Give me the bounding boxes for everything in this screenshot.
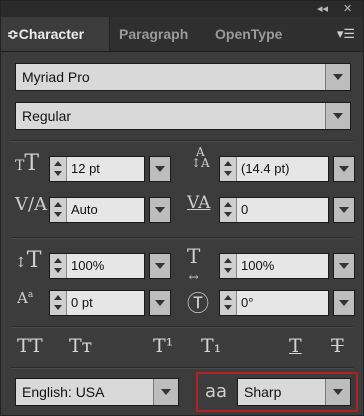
leading-icon: A ↕A (191, 145, 210, 170)
tab-paragraph[interactable]: Paragraph (119, 17, 188, 51)
font-size-icon: TT (15, 151, 40, 176)
divider (11, 237, 353, 239)
language-value: English: USA (22, 384, 105, 400)
divider (11, 367, 353, 369)
tab-opentype[interactable]: OpenType (215, 17, 282, 51)
leading-dropdown[interactable] (333, 156, 355, 182)
vertical-scale-icon: ↕T (15, 248, 42, 273)
language-select[interactable]: English: USA (15, 378, 179, 406)
stepper-icon[interactable] (220, 157, 237, 181)
close-icon[interactable]: ✕ (343, 2, 352, 15)
stepper-icon[interactable] (50, 198, 67, 222)
kerning-dropdown[interactable] (149, 197, 171, 223)
all-caps-button[interactable]: TT (17, 335, 43, 357)
tracking-icon: VA (187, 193, 211, 213)
superscript-button[interactable]: T¹ (153, 335, 173, 357)
chevron-down-icon[interactable] (153, 379, 178, 405)
rotation-dropdown[interactable] (333, 290, 355, 316)
tracking-dropdown[interactable] (333, 197, 355, 223)
baseline-shift-icon: Aa (17, 289, 34, 307)
kerning-icon: V/A (15, 194, 48, 215)
anti-aliasing-value: Sharp (244, 384, 282, 400)
kerning-input[interactable]: Auto (49, 197, 145, 223)
subscript-button[interactable]: T₁ (201, 335, 221, 357)
strikethrough-button[interactable]: T (331, 335, 344, 357)
anti-aliasing-icon: aa (205, 381, 228, 402)
panel-tabs: ≎Character Paragraph OpenType ▾☰ (1, 17, 363, 52)
divider (11, 326, 353, 328)
font-style-value: Regular (22, 108, 72, 124)
stepper-icon[interactable] (50, 157, 67, 181)
horizontal-scale-icon: T ↔ (187, 244, 201, 284)
tracking-input[interactable]: 0 (219, 197, 329, 223)
font-size-dropdown[interactable] (149, 156, 171, 182)
divider (11, 140, 353, 142)
rotation-input[interactable]: 0° (219, 290, 329, 316)
font-family-select[interactable]: Myriad Pro (15, 63, 351, 91)
font-size-input[interactable]: 12 pt (49, 156, 145, 182)
panel-title-bar: ◂◂ ✕ (1, 1, 363, 17)
anti-aliasing-select[interactable]: Sharp (237, 378, 351, 406)
horizontal-scale-dropdown[interactable] (333, 253, 355, 279)
tab-character[interactable]: ≎Character (1, 17, 110, 51)
leading-input[interactable]: (14.4 pt) (219, 156, 329, 182)
chevron-down-icon[interactable] (325, 379, 350, 405)
stepper-icon[interactable] (50, 254, 67, 278)
panel-menu-icon[interactable]: ▾☰ (337, 26, 355, 42)
chevron-down-icon[interactable] (325, 64, 350, 90)
chevron-down-icon[interactable] (325, 103, 350, 129)
font-style-select[interactable]: Regular (15, 102, 351, 130)
underline-button[interactable]: T (289, 335, 302, 357)
stepper-icon[interactable] (220, 254, 237, 278)
vertical-scale-input[interactable]: 100% (49, 253, 145, 279)
stepper-icon[interactable] (220, 291, 237, 315)
baseline-shift-input[interactable]: 0 pt (49, 290, 145, 316)
vertical-scale-dropdown[interactable] (149, 253, 171, 279)
character-panel: ◂◂ ✕ ≎Character Paragraph OpenType ▾☰ My… (0, 0, 364, 416)
horizontal-scale-input[interactable]: 100% (219, 253, 329, 279)
character-rotation-icon: Ⓣ (187, 292, 210, 317)
stepper-icon[interactable] (50, 291, 67, 315)
baseline-shift-dropdown[interactable] (149, 290, 171, 316)
font-family-value: Myriad Pro (22, 69, 90, 85)
small-caps-button[interactable]: Tт (69, 335, 92, 357)
collapse-double-arrow-icon[interactable]: ◂◂ (317, 2, 328, 15)
tab-toggle-icon: ≎ (7, 26, 19, 42)
stepper-icon[interactable] (220, 198, 237, 222)
